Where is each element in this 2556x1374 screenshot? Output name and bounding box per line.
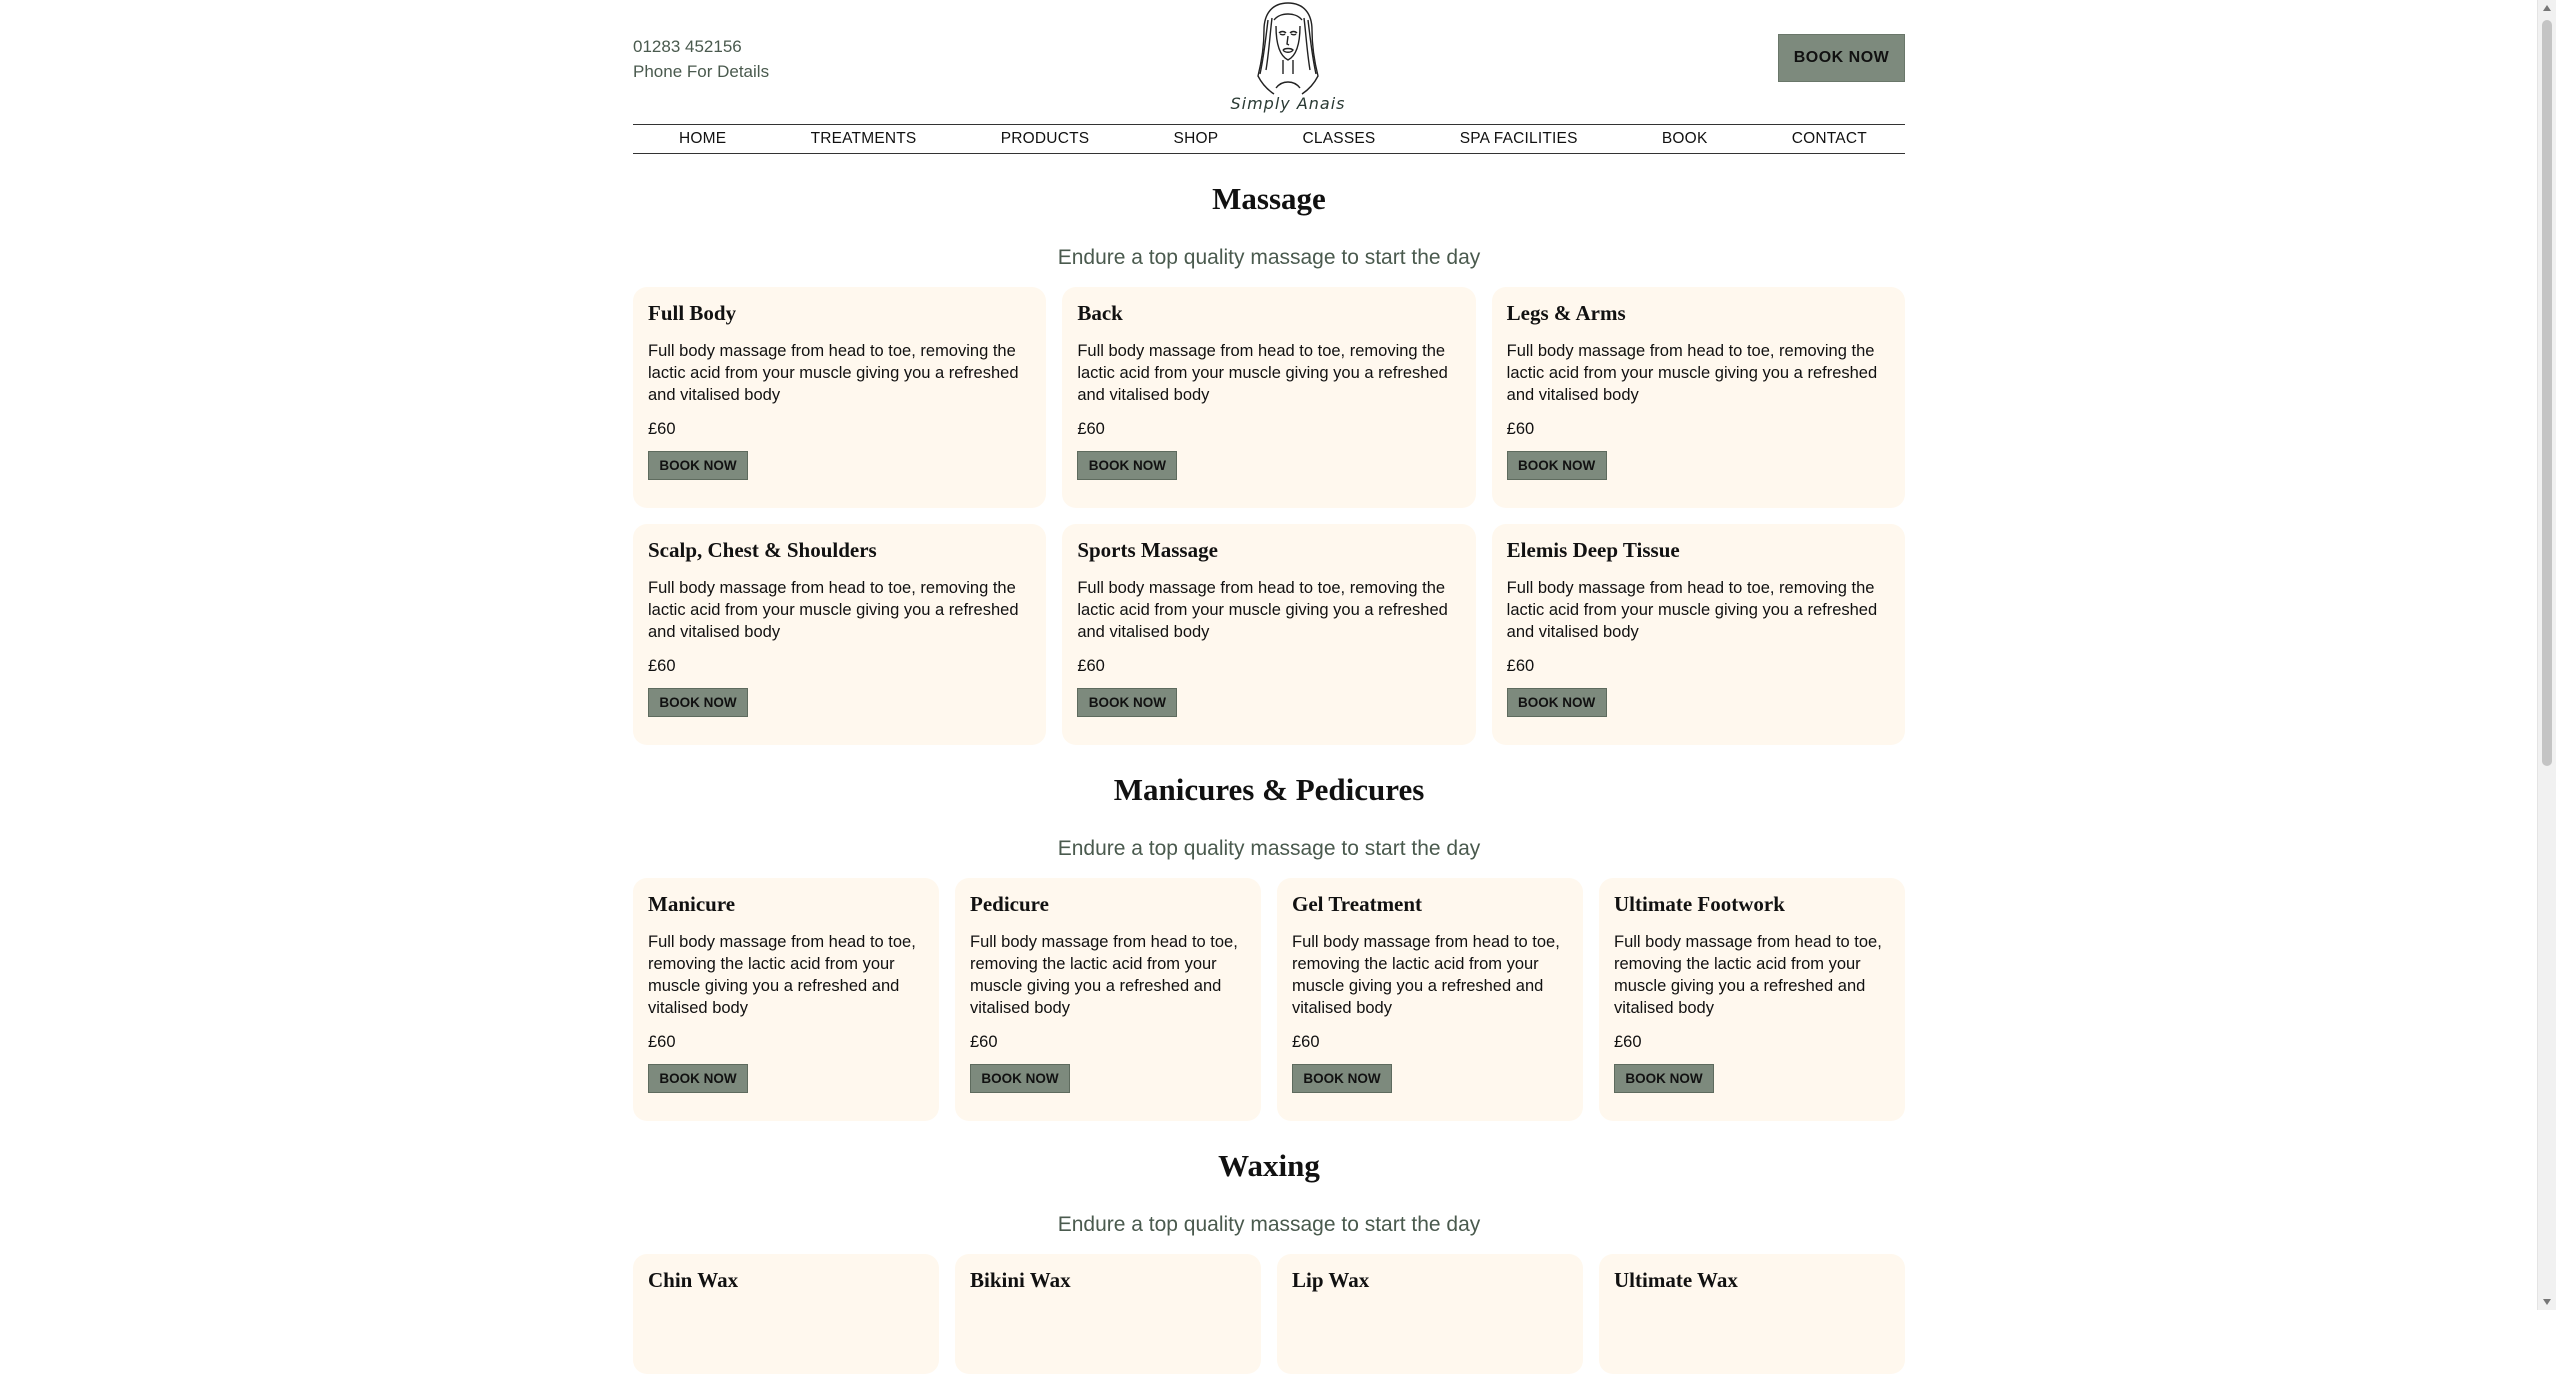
section-waxing: Waxing Endure a top quality massage to s… xyxy=(633,1148,1905,1374)
nav-products[interactable]: PRODUCTS xyxy=(1001,130,1090,148)
card-title: Scalp, Chest & Shoulders xyxy=(648,538,877,562)
section-title: Waxing xyxy=(1218,1148,1320,1183)
treatment-card: Full Body Full body massage from head to… xyxy=(633,287,1047,508)
card-price: £60 xyxy=(1077,657,1105,675)
card-price: £60 xyxy=(1614,1033,1642,1051)
card-price: £60 xyxy=(648,420,676,438)
card-title: Legs & Arms xyxy=(1506,301,1626,325)
card-title: Sports Massage xyxy=(1077,538,1218,562)
nav-classes[interactable]: CLASSES xyxy=(1303,130,1376,148)
card-price: £60 xyxy=(648,1033,676,1051)
site-logo[interactable]: Simply Anais xyxy=(1223,0,1353,118)
card-title: Lip Wax xyxy=(1292,1268,1370,1292)
book-now-button[interactable]: BOOK NOW xyxy=(648,688,748,717)
scrollbar-thumb[interactable] xyxy=(2542,20,2552,766)
card-description: Full body massage from head to toe, remo… xyxy=(648,342,1019,404)
treatment-grid: Full Body Full body massage from head to… xyxy=(633,287,1905,745)
book-now-button[interactable]: BOOK NOW xyxy=(1077,451,1178,480)
card-price: £60 xyxy=(1292,1033,1320,1051)
treatment-card: Scalp, Chest & Shoulders Full body massa… xyxy=(633,524,1047,745)
book-now-button[interactable]: BOOK NOW xyxy=(1506,688,1607,717)
section-title: Manicures & Pedicures xyxy=(1113,772,1425,807)
card-description: Full body massage from head to toe, remo… xyxy=(1614,933,1882,1017)
treatment-grid: Chin Wax Bikini Wax Lip Wax Ultimate Wax xyxy=(633,1254,1905,1374)
card-price: £60 xyxy=(648,657,676,675)
book-now-button[interactable]: BOOK NOW xyxy=(648,1064,748,1093)
book-now-button[interactable]: BOOK NOW xyxy=(1614,1064,1714,1093)
card-description: Full body massage from head to toe, remo… xyxy=(648,933,916,1017)
treatment-grid: Manicure Full body massage from head to … xyxy=(633,878,1905,1121)
card-description: Full body massage from head to toe, remo… xyxy=(648,579,1019,641)
book-now-button[interactable]: BOOK NOW xyxy=(970,1064,1070,1093)
card-title: Ultimate Footwork xyxy=(1614,892,1785,916)
treatment-card: Gel Treatment Full body massage from hea… xyxy=(1277,878,1583,1121)
treatment-card: Manicure Full body massage from head to … xyxy=(633,878,939,1121)
card-description: Full body massage from head to toe, remo… xyxy=(970,933,1238,1017)
book-now-button[interactable]: BOOK NOW xyxy=(1506,451,1607,480)
card-title: Bikini Wax xyxy=(970,1268,1071,1292)
treatment-card: Bikini Wax xyxy=(955,1254,1261,1374)
treatment-card: Chin Wax xyxy=(633,1254,939,1374)
nav-home[interactable]: HOME xyxy=(679,130,726,148)
treatment-card: Lip Wax xyxy=(1277,1254,1583,1374)
page: 01283 452156 Phone For Details Simply An… xyxy=(633,0,1905,1374)
scroll-up-arrow-icon[interactable] xyxy=(2543,5,2551,11)
treatment-card: Pedicure Full body massage from head to … xyxy=(955,878,1261,1121)
card-price: £60 xyxy=(1506,420,1535,438)
phone-number[interactable]: 01283 452156 xyxy=(633,34,769,59)
book-now-button[interactable]: BOOK NOW xyxy=(1292,1064,1392,1093)
card-price: £60 xyxy=(1506,657,1535,675)
card-title: Back xyxy=(1077,301,1123,325)
treatment-card: Ultimate Wax xyxy=(1599,1254,1905,1374)
section-subtitle: Endure a top quality massage to start th… xyxy=(1057,246,1481,269)
book-now-button[interactable]: BOOK NOW xyxy=(648,451,748,480)
card-description: Full body massage from head to toe, remo… xyxy=(1077,342,1448,404)
card-price: £60 xyxy=(970,1033,998,1051)
card-description: Full body massage from head to toe, remo… xyxy=(1077,579,1448,641)
nav-contact[interactable]: CONTACT xyxy=(1792,130,1867,148)
logo-text: Simply Anais xyxy=(1230,94,1346,113)
section-subtitle: Endure a top quality massage to start th… xyxy=(1057,1213,1481,1236)
card-price: £60 xyxy=(1077,420,1105,438)
section-subtitle: Endure a top quality massage to start th… xyxy=(1057,837,1481,860)
section-title: Massage xyxy=(1212,181,1326,216)
nav-treatments[interactable]: TREATMENTS xyxy=(811,130,917,148)
card-description: Full body massage from head to toe, remo… xyxy=(1506,342,1878,404)
vertical-scrollbar[interactable] xyxy=(2537,0,2556,1310)
treatment-card: Elemis Deep Tissue Full body massage fro… xyxy=(1491,524,1905,745)
treatment-card: Ultimate Footwork Full body massage from… xyxy=(1599,878,1905,1121)
card-title: Pedicure xyxy=(970,892,1049,916)
header-book-now-button[interactable]: BOOK NOW xyxy=(1778,34,1905,82)
card-title: Full Body xyxy=(648,301,737,325)
nav-spa-facilities[interactable]: SPA FACILITIES xyxy=(1460,130,1578,148)
woman-face-logo-icon xyxy=(1257,2,1319,95)
phone-note: Phone For Details xyxy=(633,62,770,81)
card-title: Manicure xyxy=(648,892,736,916)
nav-book[interactable]: BOOK xyxy=(1662,130,1708,148)
card-title: Gel Treatment xyxy=(1292,892,1423,916)
section-manicures-pedicures: Manicures & Pedicures Endure a top quali… xyxy=(633,772,1905,1121)
treatment-card: Back Full body massage from head to toe,… xyxy=(1062,287,1476,508)
treatment-card: Legs & Arms Full body massage from head … xyxy=(1491,287,1905,508)
section-massage: Massage Endure a top quality massage to … xyxy=(633,181,1905,745)
main-nav: HOME TREATMENTS PRODUCTS SHOP CLASSES SP… xyxy=(633,124,1905,154)
nav-shop[interactable]: SHOP xyxy=(1174,130,1219,148)
site-header: 01283 452156 Phone For Details Simply An… xyxy=(633,0,1905,124)
card-title: Ultimate Wax xyxy=(1614,1268,1738,1292)
treatment-card: Sports Massage Full body massage from he… xyxy=(1062,524,1476,745)
scroll-down-arrow-icon[interactable] xyxy=(2543,1299,2551,1305)
card-description: Full body massage from head to toe, remo… xyxy=(1506,579,1878,641)
card-title: Elemis Deep Tissue xyxy=(1506,538,1680,562)
card-title: Chin Wax xyxy=(648,1268,739,1292)
card-description: Full body massage from head to toe, remo… xyxy=(1292,933,1560,1017)
phone-info: 01283 452156 Phone For Details xyxy=(633,34,769,84)
book-now-button[interactable]: BOOK NOW xyxy=(1077,688,1178,717)
